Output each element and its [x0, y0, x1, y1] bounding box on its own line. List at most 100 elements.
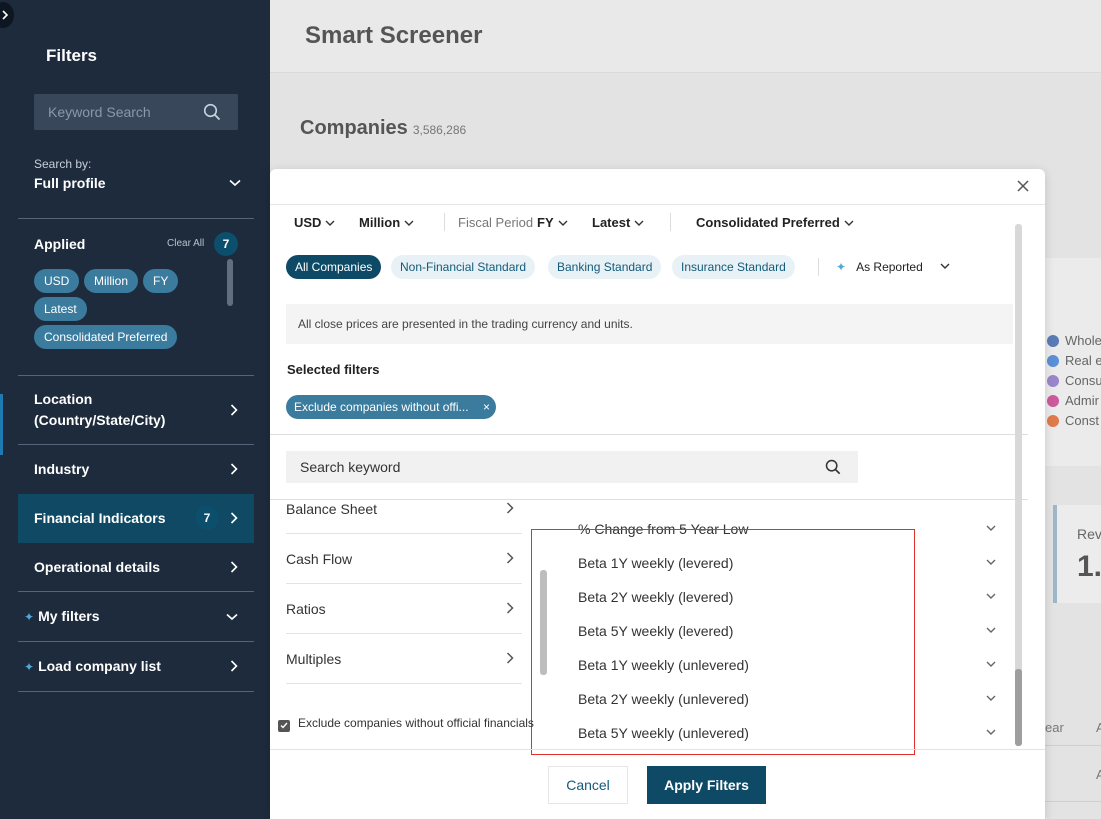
footer-divider: [270, 749, 1045, 750]
indicator-item[interactable]: Beta 5Y weekly (unlevered): [578, 716, 996, 750]
applied-label: Applied: [34, 236, 86, 252]
page-title: Smart Screener: [305, 22, 483, 49]
category-label: Ratios: [286, 601, 326, 617]
currency-dropdown[interactable]: USD: [294, 215, 335, 230]
applied-chip-million[interactable]: Million: [84, 269, 139, 293]
legend-item: Whole: [1047, 333, 1101, 348]
indicator-label: Beta 5Y weekly (unlevered): [578, 725, 749, 741]
indicator-label: Beta 5Y weekly (levered): [578, 623, 734, 639]
sidebar-toggle-button[interactable]: [0, 2, 14, 28]
chevron-down-icon: [404, 220, 414, 226]
as-reported-label: As Reported: [856, 260, 923, 274]
category-cash-flow[interactable]: Cash Flow: [286, 534, 522, 584]
chevron-down-icon: [634, 220, 644, 226]
indicator-item[interactable]: Beta 2Y weekly (unlevered): [578, 682, 996, 716]
chevron-down-icon: [558, 220, 568, 226]
modal-scrollbar-thumb[interactable]: [1015, 669, 1022, 746]
sidebar-item-label: Operational details: [34, 559, 161, 575]
indicator-search: [286, 451, 858, 483]
sidebar-item-my-filters[interactable]: ✦ My filters: [18, 592, 254, 641]
chevron-right-icon: [506, 652, 514, 664]
applied-chip-fy[interactable]: FY: [143, 269, 179, 293]
modal-scrollbar-track[interactable]: [1015, 224, 1022, 746]
chevron-down-icon: [986, 661, 996, 667]
category-label: Balance Sheet: [286, 501, 378, 517]
category-scrollbar[interactable]: [540, 570, 547, 675]
applied-chip-consolidated[interactable]: Consolidated Preferred: [34, 325, 178, 349]
sidebar-item-financial-indicators[interactable]: Financial Indicators 7: [18, 494, 254, 543]
clear-all-link[interactable]: Clear All: [167, 238, 204, 249]
period-value: Latest: [592, 215, 631, 230]
legend-dot: [1047, 395, 1059, 407]
legend-label: Admir: [1065, 393, 1099, 408]
table-header-a: A: [1096, 720, 1101, 735]
chevron-down-icon: [986, 695, 996, 701]
sidebar-item-label: Industry: [34, 461, 90, 477]
indicator-label: % Change from 5 Year Low: [578, 521, 749, 537]
keyword-search: [34, 94, 238, 130]
sparkle-icon: ✦: [24, 610, 35, 624]
sidebar-item-industry[interactable]: Industry: [18, 445, 254, 493]
chevron-right-icon: [506, 502, 514, 514]
applied-chip-latest[interactable]: Latest: [34, 297, 87, 321]
category-ratios[interactable]: Ratios: [286, 584, 522, 634]
template-non-financial[interactable]: Non-Financial Standard: [391, 255, 536, 279]
indicator-label: Beta 2Y weekly (unlevered): [578, 691, 749, 707]
template-all-companies[interactable]: All Companies: [286, 255, 382, 279]
chevron-right-icon: [2, 10, 9, 20]
indicator-item[interactable]: % Change from 5 Year Low: [578, 520, 996, 546]
companies-count: 3,586,286: [412, 123, 467, 137]
indicator-item[interactable]: Beta 1Y weekly (levered): [578, 546, 996, 580]
close-icon[interactable]: ×: [483, 395, 490, 419]
chevron-right-icon: [506, 552, 514, 564]
chevron-down-icon[interactable]: [229, 179, 241, 187]
my-filters-text: My filters: [38, 608, 100, 624]
chevron-down-icon: [986, 627, 996, 633]
category-balance-sheet[interactable]: Balance Sheet: [286, 484, 522, 534]
consolidation-dropdown[interactable]: Consolidated Preferred: [696, 215, 854, 230]
legend-dot: [1047, 415, 1059, 427]
unit-dropdown[interactable]: Million: [359, 215, 414, 230]
close-icon[interactable]: [1017, 180, 1029, 192]
cancel-button[interactable]: Cancel: [548, 766, 628, 804]
indicator-item[interactable]: Beta 5Y weekly (levered): [578, 614, 996, 648]
as-reported-dropdown[interactable]: ✦ As Reported: [836, 260, 923, 274]
legend-label: Const: [1065, 413, 1099, 428]
keyword-search-input[interactable]: [34, 94, 199, 130]
sidebar-title: Filters: [46, 46, 98, 65]
applied-count-badge: 7: [214, 232, 238, 256]
legend-dot: [1047, 355, 1059, 367]
chevron-right-icon: [506, 602, 514, 614]
search-icon[interactable]: [825, 459, 841, 475]
applied-scrollbar[interactable]: [227, 259, 233, 306]
exclude-checkbox-row[interactable]: Exclude companies without official finan…: [278, 716, 534, 732]
category-multiples[interactable]: Multiples: [286, 634, 522, 684]
sidebar-item-load-company-list[interactable]: ✦ Load company list: [18, 642, 254, 691]
indicator-item[interactable]: Beta 2Y weekly (levered): [578, 580, 996, 614]
exclude-checkbox[interactable]: [278, 719, 290, 732]
revenue-label: Rev: [1077, 526, 1101, 542]
period-dropdown[interactable]: Latest: [592, 215, 644, 230]
template-insurance[interactable]: Insurance Standard: [672, 255, 795, 279]
sidebar-item-operational-details[interactable]: Operational details: [18, 543, 254, 591]
selected-filter-chip[interactable]: Exclude companies without offi... ×: [286, 395, 496, 419]
template-banking[interactable]: Banking Standard: [548, 255, 662, 279]
applied-chip-usd[interactable]: USD: [34, 269, 80, 293]
chevron-down-icon[interactable]: [940, 263, 950, 269]
search-icon[interactable]: [203, 103, 221, 121]
table-cell: A: [1096, 767, 1101, 782]
fiscal-period-dropdown[interactable]: FY: [537, 215, 568, 230]
search-by-select[interactable]: Full profile: [34, 175, 106, 191]
chevron-right-icon: [230, 463, 238, 475]
toolbar-separator: [444, 213, 445, 231]
legend-label: Consu: [1065, 373, 1101, 388]
sidebar-item-location[interactable]: Location (Country/State/City): [18, 376, 254, 444]
legend-dot: [1047, 335, 1059, 347]
pill-separator: [818, 258, 819, 276]
chevron-down-icon: [986, 559, 996, 565]
table-divider: [1045, 745, 1101, 746]
indicator-search-input[interactable]: [286, 451, 806, 483]
apply-filters-button[interactable]: Apply Filters: [647, 766, 766, 804]
search-by-label: Search by:: [34, 157, 92, 171]
indicator-item[interactable]: Beta 1Y weekly (unlevered): [578, 648, 996, 682]
